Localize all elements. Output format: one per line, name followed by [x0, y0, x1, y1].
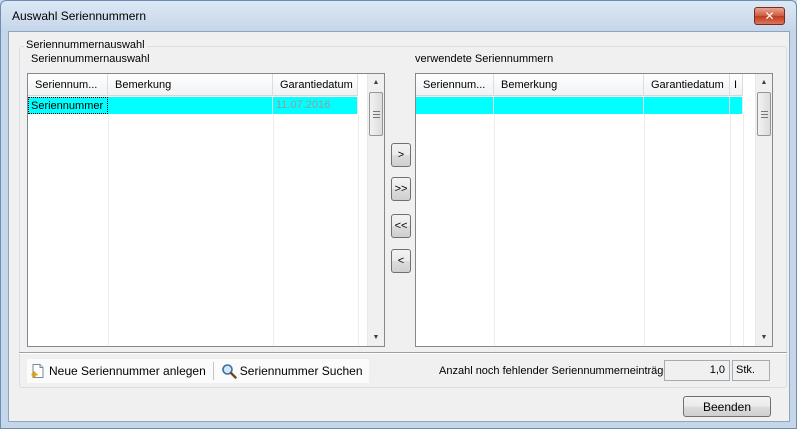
left-grid-header: Seriennum... Bemerkung Garantiedatum [28, 74, 358, 96]
missing-entries-label: Anzahl noch fehlender Seriennummerneintr… [439, 365, 673, 377]
add-selected-button[interactable]: > [391, 143, 411, 167]
right-col-remark[interactable]: Bemerkung [494, 74, 644, 96]
table-row[interactable]: Seriennummer 1 11.07.2016 [28, 97, 358, 114]
separator-line [19, 352, 787, 353]
right-vertical-scrollbar[interactable]: ▲ ▼ [755, 74, 772, 346]
left-grid-body: Seriennummer 1 11.07.2016 [28, 97, 358, 114]
left-col-remark[interactable]: Bemerkung [108, 74, 273, 96]
cell-remark[interactable] [494, 97, 644, 114]
new-document-icon [30, 363, 46, 379]
search-serial-button[interactable]: Seriennummer Suchen [218, 360, 366, 382]
cell-warranty[interactable] [644, 97, 730, 114]
right-panel-label: verwendete Seriennummern [415, 53, 554, 65]
scroll-up-arrow-icon[interactable]: ▲ [756, 74, 772, 91]
left-panel-label: Seriennummernauswahl [31, 53, 150, 65]
cell-extra[interactable] [730, 97, 743, 114]
new-serial-label: Neue Seriennummer anlegen [49, 364, 206, 378]
magnifier-icon [221, 363, 237, 379]
scroll-thumb[interactable] [369, 92, 383, 136]
left-grid-column-lines [28, 114, 368, 346]
right-col-warranty[interactable]: Garantiedatum [644, 74, 730, 96]
window-title: Auswahl Seriennummern [12, 9, 147, 23]
close-button[interactable]: ✕ [754, 7, 785, 25]
remove-selected-button[interactable]: < [391, 249, 411, 273]
available-serials-grid[interactable]: Seriennum... Bemerkung Garantiedatum Ser… [27, 73, 385, 347]
unit-label: Stk. [732, 360, 770, 381]
dialog-client-area: Seriennummernauswahl Seriennummernauswah… [8, 31, 790, 422]
cell-warranty[interactable]: 11.07.2016 [273, 97, 358, 114]
new-serial-button[interactable]: Neue Seriennummer anlegen [27, 360, 209, 382]
table-row[interactable] [416, 97, 743, 114]
right-grid-body [416, 97, 743, 114]
toolbar-separator [212, 362, 214, 380]
search-serial-label: Seriennummer Suchen [239, 364, 363, 378]
add-all-button[interactable]: >> [391, 177, 411, 201]
right-grid-header: Seriennum... Bemerkung Garantiedatum I [416, 74, 743, 96]
right-col-extra[interactable]: I [730, 74, 743, 96]
right-col-serial[interactable]: Seriennum... [416, 74, 494, 96]
left-vertical-scrollbar[interactable]: ▲ ▼ [367, 74, 384, 346]
cell-remark[interactable] [108, 97, 273, 114]
scroll-down-arrow-icon[interactable]: ▼ [368, 329, 384, 346]
serial-toolbar: Neue Seriennummer anlegen Seriennummer S… [27, 359, 369, 383]
scroll-thumb[interactable] [757, 92, 771, 136]
title-bar[interactable]: Auswahl Seriennummern ✕ [1, 1, 796, 31]
cell-serial[interactable]: Seriennummer 1 [28, 97, 108, 114]
missing-entries-value: 1,0 [664, 360, 730, 381]
scroll-down-arrow-icon[interactable]: ▼ [756, 329, 772, 346]
remove-all-button[interactable]: << [391, 214, 411, 238]
close-icon: ✕ [764, 9, 775, 23]
used-serials-grid[interactable]: Seriennum... Bemerkung Garantiedatum I ▲… [415, 73, 773, 347]
cell-serial[interactable] [416, 97, 494, 114]
left-col-warranty[interactable]: Garantiedatum [273, 74, 358, 96]
scroll-up-arrow-icon[interactable]: ▲ [368, 74, 384, 91]
left-col-serial[interactable]: Seriennum... [28, 74, 108, 96]
group-legend: Seriennummernauswahl [24, 39, 147, 51]
window: Auswahl Seriennummern ✕ Seriennummernaus… [0, 0, 797, 429]
right-grid-column-lines [416, 114, 756, 346]
close-dialog-button[interactable]: Beenden [683, 396, 771, 417]
